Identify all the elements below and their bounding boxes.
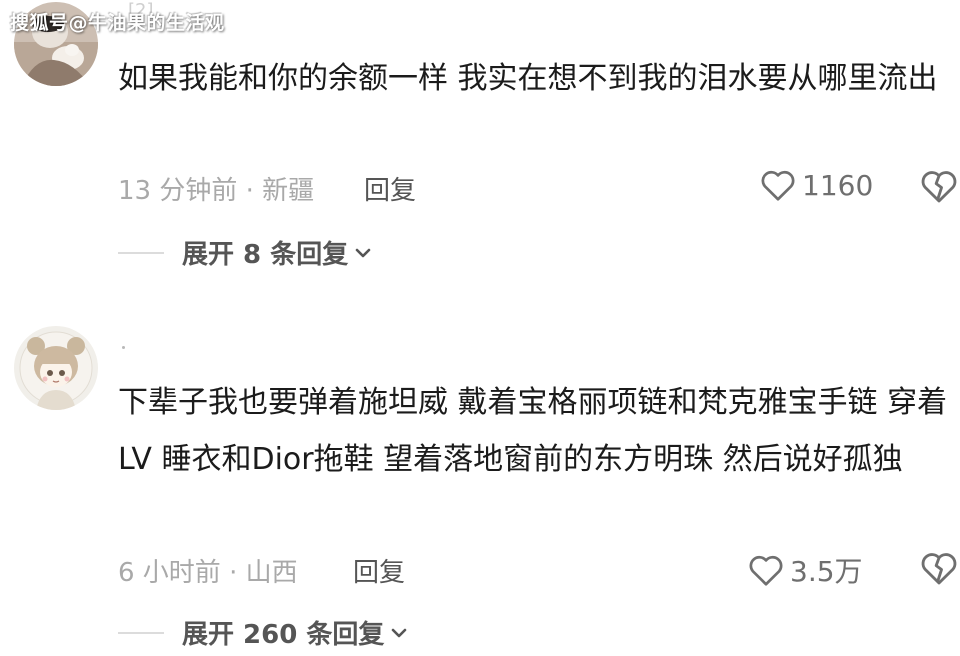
reply-button[interactable]: 回复 bbox=[353, 552, 405, 589]
dislike-button[interactable] bbox=[920, 168, 958, 208]
expand-replies-button[interactable]: 展开 8 条回复 bbox=[118, 234, 372, 271]
broken-heart-icon bbox=[921, 553, 957, 585]
comment-meta: 6 小时前 · 山西 bbox=[118, 558, 298, 588]
like-button[interactable]: 1160 bbox=[760, 168, 873, 202]
expand-replies-label: 展开 8 条回复 bbox=[182, 240, 349, 270]
like-count: 3.5万 bbox=[790, 555, 863, 588]
divider-line bbox=[118, 251, 164, 254]
comment-text: 下辈子我也要弹着施坦威 戴着宝格丽项链和梵克雅宝手链 穿着LV 睡衣和Dior拖… bbox=[118, 385, 948, 477]
expand-replies-label: 展开 260 条回复 bbox=[182, 620, 385, 650]
dislike-button[interactable] bbox=[920, 550, 958, 590]
like-button[interactable]: 3.5万 bbox=[748, 550, 863, 590]
reply-button[interactable]: 回复 bbox=[364, 170, 416, 207]
heart-outline-icon bbox=[749, 555, 783, 586]
avatar-illustration bbox=[14, 326, 98, 410]
comment-text: 如果我能和你的余额一样 我实在想不到我的泪水要从哪里流出 bbox=[118, 61, 938, 96]
expand-replies-button[interactable]: 展开 260 条回复 bbox=[118, 614, 408, 651]
username-marker bbox=[122, 346, 125, 349]
broken-heart-icon bbox=[921, 171, 957, 203]
divider-line bbox=[118, 631, 164, 634]
heart-outline-icon bbox=[761, 170, 795, 201]
chevron-down-icon bbox=[355, 248, 371, 257]
source-watermark: 搜狐号@牛油果的生活观 bbox=[10, 12, 225, 34]
avatar[interactable] bbox=[14, 326, 98, 410]
chevron-down-icon bbox=[392, 628, 407, 637]
comment-meta: 13 分钟前 · 新疆 bbox=[118, 176, 315, 206]
like-count: 1160 bbox=[802, 168, 874, 202]
